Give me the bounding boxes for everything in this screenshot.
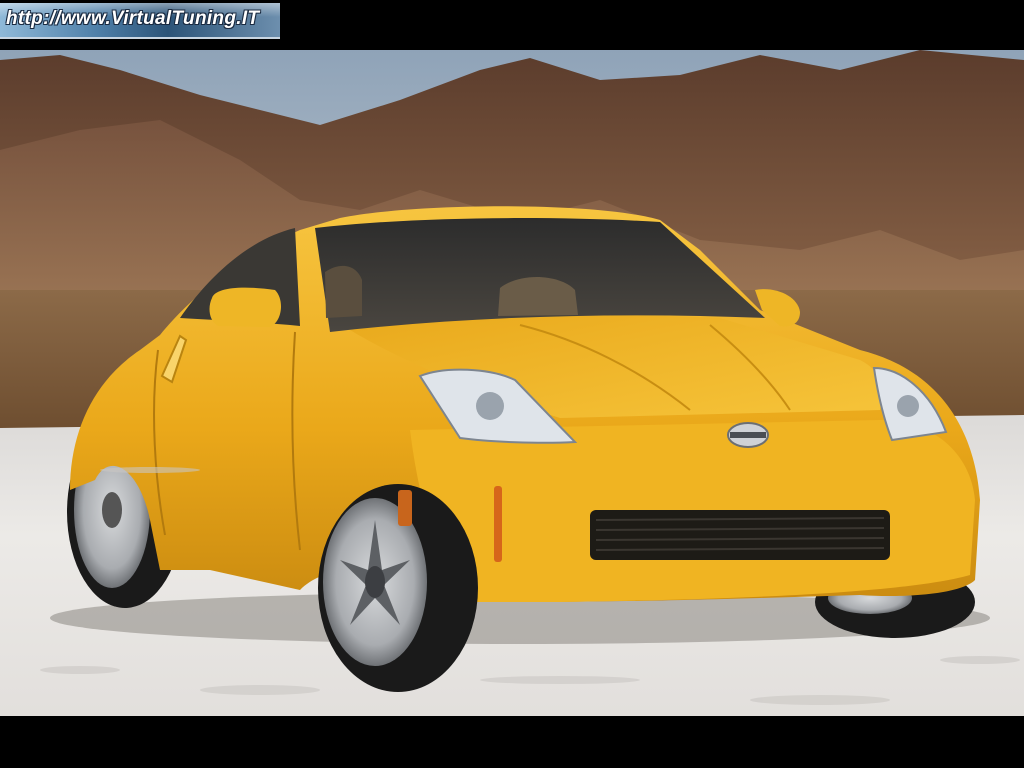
headlight-right-projector (897, 395, 919, 417)
brand-badge (727, 422, 769, 448)
headlight-left-projector (476, 392, 504, 420)
front-wheel (318, 484, 478, 692)
side-mirror-left (209, 287, 282, 327)
site-watermark-banner: http://www.VirtualTuning.IT (0, 3, 280, 39)
car-photo-svg (0, 50, 1024, 716)
front-grille (590, 510, 890, 560)
watermark-url: http://www.VirtualTuning.IT (6, 8, 260, 29)
side-marker-light (494, 486, 502, 562)
car-photo (0, 50, 1024, 716)
bottom-letterbox-bar (0, 716, 1024, 768)
seat-headrest-left (325, 265, 362, 318)
